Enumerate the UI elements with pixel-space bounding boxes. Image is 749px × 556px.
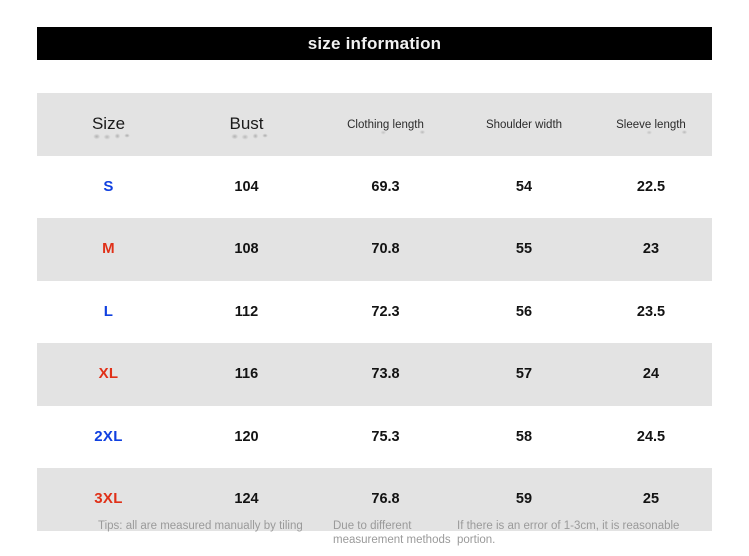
cell-shoulder-width: 56 — [458, 281, 590, 344]
cell-size: S — [37, 156, 180, 219]
table-row: XL 116 73.8 57 24 — [37, 343, 712, 406]
size-label: 3XL — [94, 490, 123, 508]
tips-measured-manually: Tips: all are measured manually by tilin… — [98, 520, 303, 532]
sleeve-length-value: 25 — [642, 491, 660, 508]
title-banner: size information — [37, 27, 712, 60]
size-table: Size Bust Clothing length Shoulder width… — [37, 93, 712, 531]
cell-clothing-length: 69.3 — [313, 156, 458, 219]
bust-value: 104 — [234, 178, 259, 195]
column-header-size: Size — [37, 93, 180, 156]
bust-value: 120 — [234, 428, 259, 445]
table-row: S 104 69.3 54 22.5 — [37, 155, 712, 219]
tips-footer: Tips: all are measured manually by tilin… — [0, 520, 749, 556]
cell-bust: 120 — [180, 406, 313, 469]
table-row: M 108 70.8 55 23 — [37, 218, 712, 281]
cell-size: XL — [37, 343, 180, 406]
bust-value: 112 — [234, 303, 259, 320]
column-header-sleeve-length: Sleeve length — [590, 93, 712, 156]
shoulder-width-value: 57 — [515, 366, 533, 383]
cell-bust: 108 — [180, 218, 313, 281]
shoulder-width-value: 56 — [515, 303, 533, 320]
cell-sleeve-length: 23.5 — [590, 281, 712, 344]
shoulder-width-value: 59 — [515, 491, 533, 508]
size-label: S — [103, 177, 114, 195]
clothing-length-value: 75.3 — [371, 428, 400, 445]
table-row: 2XL 120 75.3 58 24.5 — [37, 405, 712, 469]
cell-shoulder-width: 54 — [458, 156, 590, 219]
size-label: 2XL — [94, 427, 123, 445]
sleeve-length-value: 24 — [642, 366, 660, 383]
cell-shoulder-width: 58 — [458, 406, 590, 469]
clothing-length-value: 72.3 — [371, 303, 400, 320]
cell-size: L — [37, 281, 180, 344]
cell-shoulder-width: 57 — [458, 343, 590, 406]
cell-sleeve-length: 24 — [590, 343, 712, 406]
clothing-length-value: 69.3 — [371, 178, 400, 195]
clothing-length-value: 73.8 — [371, 366, 400, 383]
tips-error-tolerance: If there is an error of 1-3cm, it is rea… — [457, 520, 680, 546]
cell-size: 2XL — [37, 406, 180, 469]
tips-measurement-methods: Due to different measurement methods — [333, 520, 451, 546]
column-header-bust-label: Bust — [229, 114, 269, 142]
size-label: XL — [98, 365, 119, 383]
table-header-row: Size Bust Clothing length Shoulder width… — [37, 93, 712, 156]
bust-value: 116 — [234, 366, 259, 383]
sleeve-length-value: 23.5 — [636, 303, 666, 320]
column-header-size-label: Size — [91, 114, 130, 142]
cell-clothing-length: 73.8 — [313, 343, 458, 406]
cell-sleeve-length: 24.5 — [590, 406, 712, 469]
column-header-clothing-length-label: Clothing length — [347, 119, 433, 136]
cell-sleeve-length: 22.5 — [590, 156, 712, 219]
column-header-sleeve-length-label: Sleeve length — [616, 119, 694, 136]
page-title: size information — [307, 33, 442, 53]
shoulder-width-value: 55 — [515, 241, 533, 258]
table-row: L 112 72.3 56 23.5 — [37, 280, 712, 344]
column-header-shoulder-width-label: Shoulder width — [485, 119, 563, 132]
column-header-shoulder-width: Shoulder width — [458, 93, 590, 156]
sleeve-length-value: 22.5 — [636, 178, 666, 195]
size-label: L — [103, 302, 114, 320]
cell-clothing-length: 75.3 — [313, 406, 458, 469]
cell-clothing-length: 72.3 — [313, 281, 458, 344]
cell-bust: 116 — [180, 343, 313, 406]
shoulder-width-value: 58 — [515, 428, 533, 445]
cell-bust: 112 — [180, 281, 313, 344]
clothing-length-value: 70.8 — [371, 241, 400, 258]
cell-clothing-length: 70.8 — [313, 218, 458, 281]
shoulder-width-value: 54 — [515, 178, 533, 195]
column-header-clothing-length: Clothing length — [313, 93, 458, 156]
bust-value: 108 — [234, 241, 259, 258]
bust-value: 124 — [234, 491, 259, 508]
cell-shoulder-width: 55 — [458, 218, 590, 281]
size-chart-sheet: size information Size Bust Clothing leng… — [0, 0, 749, 556]
table-body: S 104 69.3 54 22.5 M 108 70.8 55 23 L 11… — [37, 155, 712, 531]
clothing-length-value: 76.8 — [371, 491, 400, 508]
cell-bust: 104 — [180, 156, 313, 219]
cell-sleeve-length: 23 — [590, 218, 712, 281]
sleeve-length-value: 24.5 — [636, 428, 666, 445]
column-header-bust: Bust — [180, 93, 313, 156]
sleeve-length-value: 23 — [642, 241, 660, 258]
size-label: M — [102, 240, 115, 258]
cell-size: M — [37, 218, 180, 281]
